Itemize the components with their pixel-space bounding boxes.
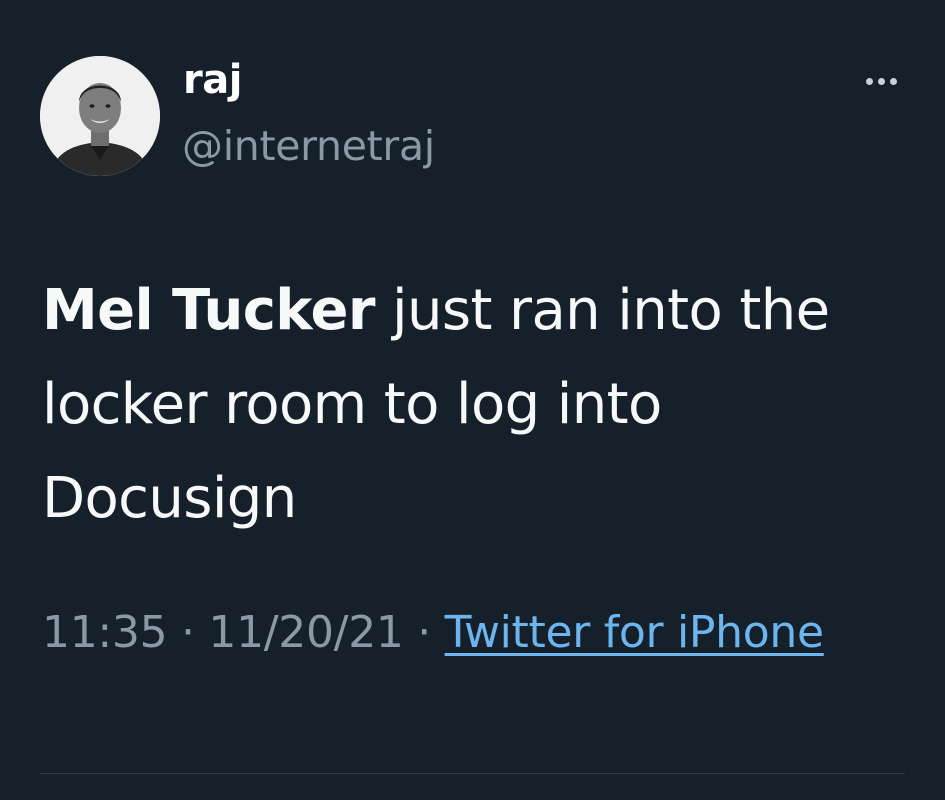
ellipsis-icon	[866, 78, 873, 85]
tweet-metadata: 11:35 · 11/20/21 · Twitter for iPhone	[42, 600, 902, 666]
avatar[interactable]	[40, 56, 160, 176]
profile-photo-icon	[40, 56, 160, 176]
divider	[40, 773, 905, 774]
meta-separator: ·	[167, 607, 209, 658]
meta-separator: ·	[403, 607, 445, 658]
tweet-source-link[interactable]: Twitter for iPhone	[445, 607, 824, 658]
author-display-name[interactable]: raj	[183, 60, 242, 100]
more-options-button[interactable]	[856, 62, 908, 102]
ellipsis-icon	[878, 78, 885, 85]
author-handle[interactable]: @internetraj	[182, 126, 435, 167]
tweet-text: Mel Tucker just ran into the locker room…	[42, 264, 902, 546]
tweet-time[interactable]: 11:35	[42, 607, 168, 658]
tweet-text-bold: Mel Tucker	[42, 278, 375, 343]
ellipsis-icon	[890, 78, 897, 85]
tweet-card: raj @internetraj Mel Tucker just ran int…	[0, 0, 945, 800]
tweet-date[interactable]: 11/20/21	[208, 607, 404, 658]
